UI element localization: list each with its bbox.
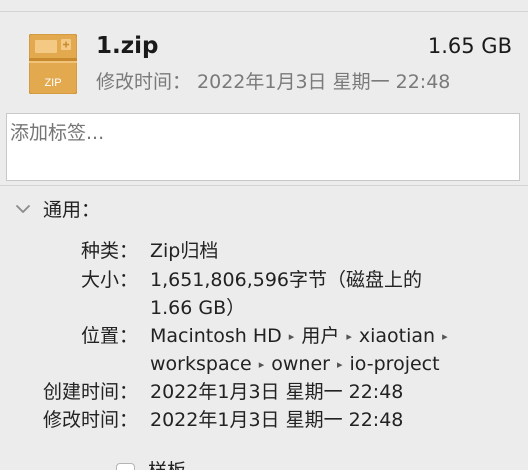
path-segment: owner [271,353,330,375]
created-label: 创建时间： [42,381,138,403]
path-separator-icon: ▸ [346,330,352,343]
tags-input[interactable] [6,113,520,181]
path-separator-icon: ▸ [336,358,343,371]
header-modified-line: 修改时间： 2022年1月3日 星期一 22:48 [96,68,456,96]
path-segment: xiaotian [358,325,436,347]
top-divider [0,11,528,12]
path-segment: workspace [150,353,252,375]
get-info-window: ZIP 1.zip 1.65 GB 修改时间： 2022年1月3日 星期一 22:… [0,0,528,470]
header-modified-value: 2022年1月3日 星期一 22:48 [197,71,451,93]
path-separator-icon: ▸ [258,358,265,371]
file-size: 1.65 GB [427,34,512,58]
size-value-line1: 1,651,806,596字节（磁盘上的 [150,269,423,291]
zip-archive-icon: ZIP [28,33,78,95]
path-separator-icon: ▸ [288,330,295,343]
created-value: 2022年1月3日 星期一 22:48 [150,381,404,403]
zip-icon-label: ZIP [44,77,61,89]
size-label: 大小： [80,269,138,291]
modified-value: 2022年1月3日 星期一 22:48 [150,409,404,431]
where-label: 位置： [80,325,138,347]
stationery-label[interactable]: 样板 [148,457,186,470]
stationery-checkbox[interactable] [116,463,135,470]
kind-label: 种类： [80,240,138,262]
section-divider [0,185,528,186]
size-value-line2: 1.66 GB） [150,297,246,319]
path-segment: Macintosh HD [150,325,282,347]
header-modified-label: 修改时间： [96,71,192,93]
where-path-line2: workspace ▸ owner ▸ io-project [150,350,490,379]
path-separator-icon: ▸ [442,330,448,343]
file-name: 1.zip [96,33,159,59]
general-section-title[interactable]: 通用： [43,196,100,224]
modified-label: 修改时间： [42,409,138,431]
where-path-line1: Macintosh HD ▸ 用户 ▸ xiaotian ▸ [150,322,490,351]
path-segment: io-project [349,353,440,375]
path-segment: 用户 [301,325,340,347]
chevron-down-icon[interactable] [14,200,32,218]
kind-value: Zip归档 [150,240,219,262]
